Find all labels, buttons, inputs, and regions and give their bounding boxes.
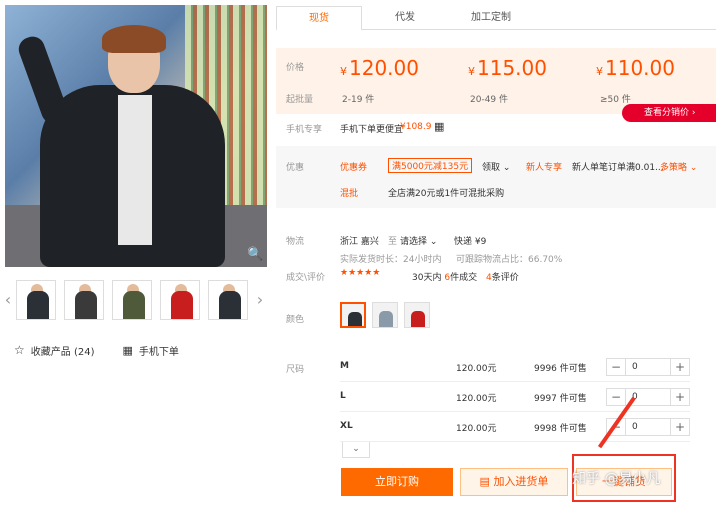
- size-row-l: L 120.00元 9997 件可售 − 0 +: [340, 382, 690, 412]
- thumbnail-2[interactable]: [64, 280, 104, 320]
- gallery-panel: 🔍 ‹ › ☆ 收藏产品 (24) ▦ 手机下单: [0, 0, 270, 508]
- shipping-section: 物流 浙江 嘉兴 至 请选择 ⌄ 快递 ¥9 实际发货时长：24小时内 可跟踪物…: [276, 230, 716, 283]
- size-label: 尺码: [286, 365, 305, 375]
- thumbnail-3[interactable]: [112, 280, 152, 320]
- more-promos-link[interactable]: 多策略 ⌄: [660, 160, 697, 173]
- star-outline-icon[interactable]: ☆: [14, 343, 25, 357]
- claim-link[interactable]: 领取 ⌄: [482, 160, 510, 173]
- mobile-text: 手机下单更便宜: [340, 125, 404, 135]
- watermark: 知乎 @易小凡: [572, 471, 661, 487]
- size-row-m: M 120.00元 9996 件可售 − 0 +: [340, 352, 690, 382]
- deals-count[interactable]: 30天内 6件成交: [412, 270, 477, 283]
- qty-tier-1: 2-19 件: [342, 95, 375, 105]
- size-price: 120.00元: [456, 394, 497, 404]
- price-tier-2: ¥115.00: [468, 56, 547, 80]
- zoom-icon[interactable]: 🔍: [247, 247, 263, 263]
- quantity-input[interactable]: 0: [625, 419, 671, 435]
- model-figure: [15, 25, 225, 267]
- tab-dropship[interactable]: 代发: [362, 6, 448, 30]
- qr-code-icon[interactable]: ▦: [122, 344, 132, 357]
- chevron-down-icon[interactable]: ⌄: [342, 442, 370, 458]
- mobile-order-label[interactable]: 手机下单: [139, 343, 179, 358]
- detail-panel: 现货 代发 加工定制 价格 起批量 ¥120.00 ¥115.00 ¥110.0…: [276, 0, 716, 508]
- new-user-text: 新人单笔订单满0.01...: [572, 163, 664, 173]
- size-price: 120.00元: [456, 364, 497, 374]
- size-row-xl: XL 120.00元 9998 件可售 − 0 +: [340, 412, 690, 442]
- price-tier-1: ¥120.00: [340, 56, 419, 80]
- qty-label: 起批量: [286, 95, 314, 105]
- mobile-row: 手机专享 手机下单更便宜 ¥108.9 ▦: [276, 118, 716, 136]
- buy-now-button[interactable]: 立即订购: [341, 468, 453, 496]
- favorite-row: ☆ 收藏产品 (24) ▦ 手机下单: [14, 340, 179, 360]
- plus-button[interactable]: +: [671, 389, 689, 405]
- add-to-cart-button[interactable]: ▤ 加入进货单: [460, 468, 568, 496]
- coupon-tag[interactable]: 满5000元减135元: [388, 158, 473, 173]
- minus-button[interactable]: −: [607, 389, 625, 405]
- ship-from: 浙江 嘉兴: [340, 237, 379, 247]
- qr-code-icon[interactable]: ▦: [434, 120, 444, 133]
- mobile-label: 手机专享: [286, 125, 323, 135]
- mobile-price: ¥108.9: [400, 122, 432, 132]
- qty-tier-2: 20-49 件: [470, 95, 509, 105]
- mix-label: 混批: [340, 189, 359, 199]
- rating-stars: ★★★★★: [340, 268, 381, 278]
- size-name: XL: [340, 421, 353, 431]
- color-swatch-black[interactable]: [340, 302, 366, 328]
- chevron-right-icon[interactable]: ›: [254, 290, 266, 310]
- price-tier-3: ¥110.00: [596, 56, 675, 80]
- size-name: L: [340, 391, 346, 401]
- tab-in-stock[interactable]: 现货: [276, 6, 362, 31]
- new-user-label: 新人专享: [526, 163, 563, 173]
- main-product-image[interactable]: 🔍: [5, 5, 267, 267]
- review-label: 成交\评价: [286, 273, 326, 283]
- quantity-input[interactable]: 0: [625, 359, 671, 375]
- minus-button[interactable]: −: [607, 359, 625, 375]
- size-stock: 9997 件可售: [534, 394, 587, 404]
- mix-text: 全店满20元或1件可混批采购: [388, 189, 505, 199]
- thumbnail-5[interactable]: [208, 280, 248, 320]
- color-swatch-red[interactable]: [404, 302, 430, 328]
- ship-destination-select[interactable]: 请选择 ⌄: [400, 234, 437, 247]
- tab-bar: 现货 代发 加工定制: [276, 6, 716, 31]
- ship-rate: 可跟踪物流占比：66.70%: [456, 255, 563, 265]
- thumbnail-1[interactable]: [16, 280, 56, 320]
- size-price: 120.00元: [456, 424, 497, 434]
- ship-to-word: 至: [388, 237, 398, 247]
- color-section: 颜色: [276, 302, 716, 332]
- plus-button[interactable]: +: [671, 359, 689, 375]
- ship-express: 快递 ¥9: [454, 237, 487, 247]
- size-name: M: [340, 361, 349, 371]
- size-stock: 9996 件可售: [534, 364, 587, 374]
- shipping-label: 物流: [286, 237, 305, 247]
- reviews-count[interactable]: 4条评价: [486, 270, 519, 283]
- thumbnail-4[interactable]: [160, 280, 200, 320]
- color-label: 颜色: [286, 315, 305, 325]
- promo-label: 优惠: [286, 163, 305, 173]
- thumbnail-strip: ‹ ›: [0, 278, 270, 324]
- tab-custom[interactable]: 加工定制: [448, 6, 534, 30]
- qty-tier-3: ≥50 件: [600, 95, 631, 105]
- price-label: 价格: [286, 63, 305, 73]
- plus-button[interactable]: +: [671, 419, 689, 435]
- chevron-left-icon[interactable]: ‹: [2, 290, 14, 310]
- color-swatch-gray[interactable]: [372, 302, 398, 328]
- quantity-stepper: − 0 +: [606, 358, 690, 376]
- quantity-stepper: − 0 +: [606, 388, 690, 406]
- favorite-label[interactable]: 收藏产品 (24): [31, 343, 95, 358]
- promo-box: 优惠 优惠券 满5000元减135元 领取 ⌄ 新人专享 新人单笔订单满0.01…: [276, 146, 716, 208]
- size-stock: 9998 件可售: [534, 424, 587, 434]
- coupon-label: 优惠券: [340, 163, 368, 173]
- ship-dispatch: 实际发货时长：24小时内: [340, 255, 442, 265]
- size-section: 尺码 M 120.00元 9996 件可售 − 0 + L 120.00元 99…: [276, 352, 716, 442]
